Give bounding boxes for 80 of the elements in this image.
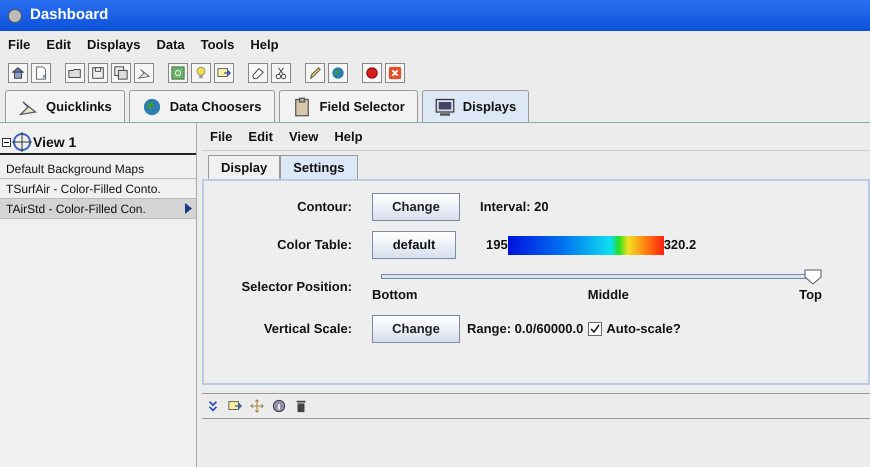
slider-thumb[interactable] [804, 269, 822, 285]
move-icon [250, 399, 264, 413]
toolbar-button[interactable] [294, 399, 308, 413]
layer-label: TSurfAir - Color-Filled Conto. [6, 180, 161, 198]
tab[interactable]: Quicklinks [5, 90, 125, 122]
menu-item[interactable]: Data [156, 35, 185, 55]
arrow-ribbon-icon [137, 66, 151, 80]
menu-item[interactable]: Help [250, 35, 279, 55]
toolbar-button[interactable] [305, 63, 325, 83]
menu-item[interactable]: File [8, 35, 30, 55]
range-text: Range: 0.0/60000.0 [467, 320, 584, 338]
globe-icon [142, 96, 162, 116]
tab[interactable]: Data Choosers [128, 90, 274, 122]
color-table-button[interactable]: default [372, 231, 456, 259]
toolbar-button[interactable] [362, 63, 382, 83]
tick-label: Middle [588, 286, 629, 304]
change-button[interactable]: Change [372, 193, 460, 221]
menu-item[interactable]: Displays [86, 35, 140, 55]
menu-item[interactable]: View [288, 126, 318, 146]
layer-label: TAirStd - Color-Filled Con. [6, 200, 146, 218]
tab[interactable]: Displays [422, 90, 530, 122]
field-label: Color Table: [276, 236, 352, 254]
toolbar-button[interactable] [228, 399, 242, 413]
change-button[interactable]: Change [372, 314, 460, 342]
export-icon [228, 399, 242, 413]
checkbox[interactable] [588, 322, 602, 336]
new-file-icon [34, 66, 48, 80]
tab[interactable]: Display [208, 155, 280, 179]
layer-item[interactable]: TAirStd - Color-Filled Con. [0, 199, 196, 219]
double-chevron-icon [206, 399, 220, 413]
globe-icon [331, 66, 345, 80]
pencil-icon [308, 66, 322, 80]
lightbulb-icon [194, 66, 208, 80]
folder-icon [68, 66, 82, 80]
home-icon [11, 66, 25, 80]
toolbar-button[interactable] [271, 63, 291, 83]
save-all-icon [114, 66, 128, 80]
max-value: 320.2 [664, 236, 696, 254]
info-icon [272, 399, 286, 413]
toolbar-button[interactable] [31, 63, 51, 83]
menu-item[interactable]: Tools [200, 35, 234, 55]
menu-item[interactable]: Edit [248, 126, 273, 146]
menu-item[interactable]: Edit [46, 35, 71, 55]
field-label: Contour: [296, 198, 352, 216]
min-value: 195 [486, 236, 508, 254]
toolbar-button[interactable] [206, 399, 220, 413]
checkbox-label: Auto-scale? [606, 320, 681, 338]
view-label[interactable]: View 1 [33, 132, 76, 152]
toolbar-button[interactable] [88, 63, 108, 83]
trash-icon [294, 399, 308, 413]
save-icon [91, 66, 105, 80]
eraser-icon [251, 66, 265, 80]
menu-item[interactable]: Help [334, 126, 363, 146]
toolbar-button[interactable] [65, 63, 85, 83]
layer-item[interactable]: Default Background Maps [0, 159, 196, 179]
close-icon [388, 66, 402, 80]
menu-item[interactable]: File [210, 126, 232, 146]
triangle-right-icon [185, 203, 192, 214]
toolbar-button[interactable] [248, 63, 268, 83]
toolbar-button[interactable] [134, 63, 154, 83]
toolbar-button[interactable] [8, 63, 28, 83]
toolbar-button[interactable] [168, 63, 188, 83]
tab[interactable]: Settings [280, 155, 358, 179]
toolbar-button[interactable] [214, 63, 234, 83]
layer-label: Default Background Maps [6, 160, 144, 178]
interval-text: Interval: 20 [480, 198, 549, 216]
monitor-icon [434, 96, 455, 116]
field-label: Selector Position: [240, 278, 352, 296]
collapse-toggle-icon[interactable] [2, 138, 11, 146]
tick-label: Top [799, 286, 822, 304]
tick-label: Bottom [372, 286, 418, 304]
window-title: Dashboard [30, 5, 108, 26]
field-label: Vertical Scale: [262, 320, 352, 338]
tab[interactable]: Field Selector [278, 90, 418, 122]
stop-icon [365, 66, 379, 80]
toolbar-button[interactable] [111, 63, 131, 83]
export-icon [217, 66, 231, 80]
scissors-icon [274, 66, 288, 80]
crosshair-icon [11, 131, 33, 153]
toolbar-button[interactable] [272, 399, 286, 413]
